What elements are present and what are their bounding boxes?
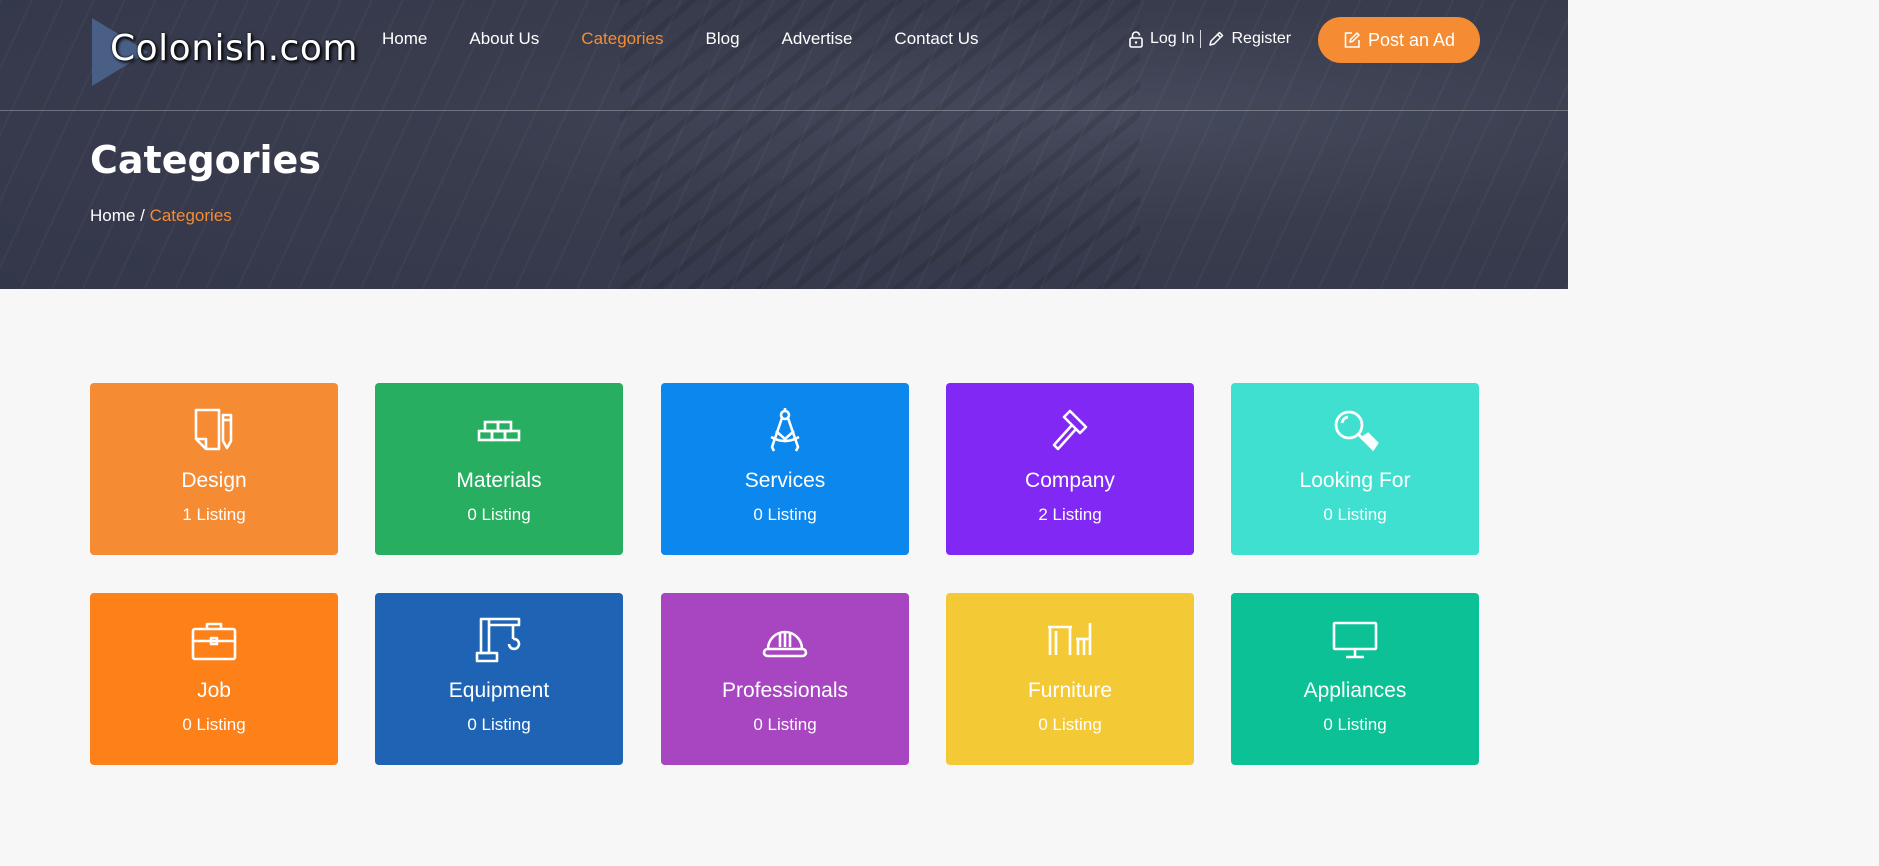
category-count: 0 Listing <box>467 715 531 734</box>
category-name: Professionals <box>721 679 849 702</box>
site-logo[interactable]: Colonish.com <box>90 18 357 86</box>
post-an-ad-label: Post an Ad <box>1367 29 1456 50</box>
category-card-job[interactable]: Job 0 Listing <box>90 593 338 765</box>
category-name: Job <box>197 679 231 702</box>
monitor-icon <box>1332 621 1378 659</box>
auth-divider <box>1200 30 1202 48</box>
category-count: 1 Listing <box>182 505 246 524</box>
category-count: 0 Listing <box>1323 715 1387 734</box>
category-name: Equipment <box>448 679 550 702</box>
breadcrumb-separator: / <box>140 206 145 225</box>
category-card-company[interactable]: Company 2 Listing <box>946 383 1194 555</box>
breadcrumb-home[interactable]: Home <box>90 206 135 225</box>
page-title: Categories <box>90 138 321 182</box>
lock-icon <box>1129 31 1143 48</box>
category-card-professionals[interactable]: Professionals 0 Listing <box>661 593 909 765</box>
category-name: Services <box>744 469 826 492</box>
nav-home[interactable]: Home <box>382 28 427 50</box>
pencil-icon <box>1209 31 1224 46</box>
breadcrumb-current: Categories <box>149 206 232 225</box>
category-name: Appliances <box>1303 679 1407 702</box>
category-count: 0 Listing <box>467 505 531 524</box>
auth-links: Log In Register <box>1128 30 1291 48</box>
nav-contact-us[interactable]: Contact Us <box>894 28 978 50</box>
category-name: Looking For <box>1299 469 1411 492</box>
category-card-looking-for[interactable]: Looking For 0 Listing <box>1231 383 1479 555</box>
category-count: 0 Listing <box>182 715 246 734</box>
breadcrumb: Home / Categories <box>90 206 232 226</box>
edit-icon <box>1344 32 1360 48</box>
category-name: Company <box>1025 469 1115 492</box>
category-name: Materials <box>456 469 542 492</box>
nav-blog[interactable]: Blog <box>706 28 740 50</box>
nav-advertise[interactable]: Advertise <box>782 28 853 50</box>
category-card-appliances[interactable]: Appliances 0 Listing <box>1231 593 1479 765</box>
nav-categories[interactable]: Categories <box>581 28 663 50</box>
category-count: 0 Listing <box>753 505 817 524</box>
category-card-design[interactable]: Design 1 Listing <box>90 383 338 555</box>
design-paper-pencil-icon <box>194 408 233 451</box>
logo-text: Colonish.com <box>110 28 358 69</box>
login-label: Log In <box>1150 30 1195 47</box>
category-card-materials[interactable]: Materials 0 Listing <box>375 383 623 555</box>
category-card-services[interactable]: Services 0 Listing <box>661 383 909 555</box>
category-count: 0 Listing <box>1323 505 1387 524</box>
hammer-icon <box>1052 409 1088 451</box>
post-an-ad-button[interactable]: Post an Ad <box>1318 17 1480 63</box>
register-label: Register <box>1231 30 1292 47</box>
compass-icon <box>770 408 800 452</box>
register-link[interactable]: Register <box>1207 30 1291 48</box>
magnifier-icon <box>1334 410 1379 452</box>
category-count: 0 Listing <box>753 715 817 734</box>
login-link[interactable]: Log In <box>1128 30 1194 48</box>
hard-hat-icon <box>762 630 808 658</box>
category-count: 0 Listing <box>1038 715 1102 734</box>
briefcase-icon <box>191 622 237 661</box>
crane-icon <box>475 617 521 663</box>
top-navbar: Colonish.com Home About Us Categories Bl… <box>0 0 1568 111</box>
category-card-furniture[interactable]: Furniture 0 Listing <box>946 593 1194 765</box>
table-chair-icon <box>1048 623 1092 655</box>
hero-banner: Colonish.com Home About Us Categories Bl… <box>0 0 1568 289</box>
category-card-equipment[interactable]: Equipment 0 Listing <box>375 593 623 765</box>
category-name: Furniture <box>1027 679 1113 702</box>
category-name: Design <box>181 469 247 492</box>
nav-about-us[interactable]: About Us <box>469 28 539 50</box>
main-nav: Home About Us Categories Blog Advertise … <box>382 28 1021 50</box>
bricks-icon <box>477 420 521 442</box>
category-count: 2 Listing <box>1038 505 1102 524</box>
